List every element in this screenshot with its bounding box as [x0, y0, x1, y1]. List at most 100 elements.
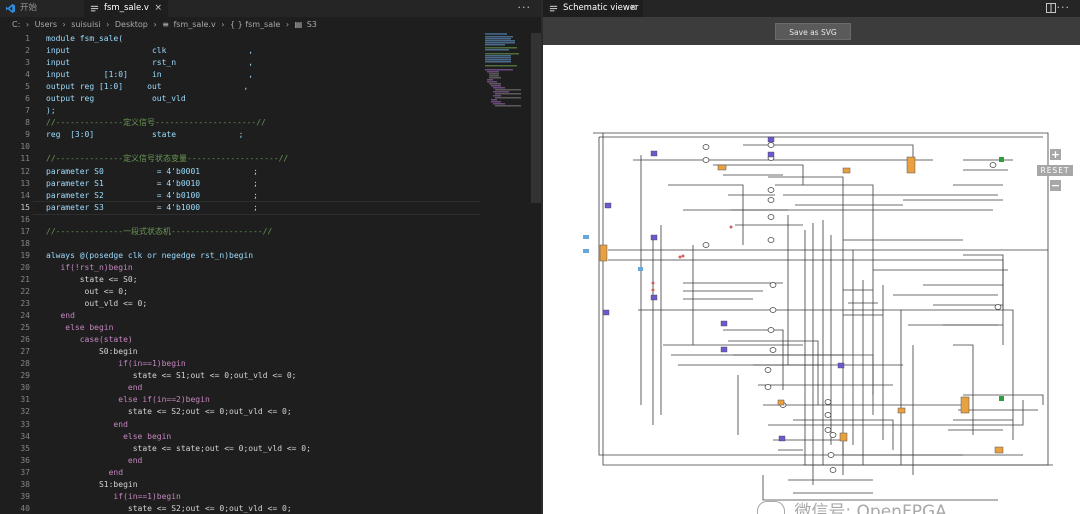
line-number: 18 — [20, 238, 30, 248]
code-line[interactable]: parameter S3 = 4'b1000 ; — [46, 202, 476, 214]
line-number: 26 — [20, 335, 30, 345]
code-line[interactable]: ); — [46, 105, 476, 117]
line-number: 38 — [20, 479, 30, 489]
code-line[interactable]: state <= S0; — [46, 274, 476, 286]
tab-label: 开始 — [20, 3, 38, 13]
schematic-canvas[interactable]: + RESET − 微信号: OpenFPGA — [543, 45, 1080, 514]
line-number: 10 — [20, 142, 30, 152]
code-line[interactable]: state <= S1;out <= 0;out_vld <= 0; — [46, 370, 476, 382]
line-number: 32 — [20, 407, 30, 417]
code-line[interactable] — [46, 238, 476, 250]
code-line[interactable] — [46, 141, 476, 153]
code-line[interactable]: case(state) — [46, 334, 476, 346]
file-icon: ≡ — [162, 20, 169, 29]
line-number: 39 — [20, 491, 30, 501]
chevron-right-icon: › — [25, 20, 30, 29]
line-number: 17 — [20, 226, 30, 236]
code-line[interactable]: parameter S2 = 4'b0100 ; — [46, 190, 476, 202]
code-line[interactable]: if(in==1)begin — [46, 491, 476, 503]
code-line[interactable]: state <= S2;out <= 0;out_vld <= 0; — [46, 406, 476, 418]
zoom-in-button[interactable]: + — [1050, 149, 1061, 160]
code-line[interactable]: //--------------一段式状态机------------------… — [46, 226, 476, 238]
viewer-toolbar: Save as SVG — [543, 17, 1080, 45]
minimap[interactable] — [483, 33, 531, 113]
line-number: 22 — [20, 286, 30, 296]
line-number: 6 — [25, 94, 30, 104]
line-number: 33 — [20, 419, 30, 429]
code-line[interactable]: end — [46, 419, 476, 431]
line-number: 13 — [20, 178, 30, 188]
breadcrumb-item[interactable]: { } fsm_sale — [230, 17, 280, 33]
vertical-scrollbar[interactable] — [531, 33, 541, 203]
code-line[interactable]: parameter S0 = 4'b0001 ; — [46, 166, 476, 178]
line-number: 2 — [25, 46, 30, 56]
code-line[interactable]: parameter S1 = 4'b0010 ; — [46, 178, 476, 190]
code-editor[interactable]: 开始 fsm_sale.v × ··· C: › Users › suisuis… — [0, 0, 541, 514]
line-number-gutter: 1 2 3 4 5 6 7 8 9 10 11 12 13 14 15 16 17 18 19 20 21 22 23 24 2… — [0, 33, 32, 514]
code-line[interactable] — [46, 214, 476, 226]
code-line[interactable]: state <= S2;out <= 0;out_vld <= 0; — [46, 503, 476, 514]
breadcrumb-item[interactable]: C: — [12, 17, 20, 33]
line-number: 7 — [25, 106, 30, 116]
code-line[interactable]: input [1:0] in , — [46, 69, 476, 81]
code-line[interactable]: out <= 0; — [46, 286, 476, 298]
file-icon — [549, 5, 558, 12]
code-area[interactable]: module fsm_sale(input clk , input rst_n ,… — [46, 33, 476, 514]
code-line[interactable]: module fsm_sale( — [46, 33, 476, 45]
code-line[interactable]: end — [46, 382, 476, 394]
breadcrumb-item[interactable]: Users — [35, 17, 57, 33]
code-line[interactable]: end — [46, 310, 476, 322]
line-number: 29 — [20, 371, 30, 381]
code-line[interactable]: //--------------定义信号--------------------… — [46, 117, 476, 129]
line-number: 20 — [20, 262, 30, 272]
code-line[interactable]: output reg out_vld — [46, 93, 476, 105]
line-number: 40 — [20, 503, 30, 513]
editor-tab-bar: 开始 fsm_sale.v × ··· — [0, 0, 541, 17]
line-number: 27 — [20, 347, 30, 357]
code-line[interactable]: else begin — [46, 431, 476, 443]
close-icon[interactable]: × — [629, 0, 637, 17]
code-line[interactable]: if(!rst_n)begin — [46, 262, 476, 274]
more-actions-icon[interactable]: ··· — [518, 0, 532, 15]
code-line[interactable]: else begin — [46, 322, 476, 334]
watermark: 微信号: OpenFPGA — [757, 497, 947, 514]
code-line[interactable]: output reg [1:0] out , — [46, 81, 476, 93]
code-line[interactable]: input rst_n , — [46, 57, 476, 69]
line-number: 16 — [20, 214, 30, 224]
tab-fsm-sale[interactable]: fsm_sale.v × — [84, 0, 168, 17]
code-line[interactable]: end — [46, 467, 476, 479]
schematic-viewer-panel: Schematic viewer × ··· Save as SVG + RES… — [543, 0, 1080, 514]
tab-label: Schematic viewer — [563, 3, 639, 13]
code-line[interactable]: reg [3:0] state ; — [46, 129, 476, 141]
split-editor-icon[interactable] — [1046, 3, 1056, 13]
line-number: 14 — [20, 190, 30, 200]
zoom-out-button[interactable]: − — [1050, 180, 1061, 191]
breadcrumb-item[interactable]: suisuisi — [71, 17, 100, 33]
code-line[interactable]: input clk , — [46, 45, 476, 57]
code-line[interactable]: else if(in==2)begin — [46, 394, 476, 406]
breadcrumb-item[interactable]: fsm_sale.v — [173, 17, 215, 33]
code-line[interactable]: end — [46, 455, 476, 467]
code-line[interactable]: S0:begin — [46, 346, 476, 358]
close-icon[interactable]: × — [154, 0, 162, 17]
more-actions-icon[interactable]: ··· — [1057, 0, 1071, 15]
code-line[interactable]: S1:begin — [46, 479, 476, 491]
reset-zoom-button[interactable]: RESET — [1037, 165, 1073, 176]
tab-welcome[interactable]: 开始 — [0, 0, 84, 17]
line-number: 23 — [20, 299, 30, 309]
schematic-diagram[interactable] — [543, 45, 1080, 514]
line-number: 8 — [25, 118, 30, 128]
line-number: 12 — [20, 166, 30, 176]
code-line[interactable]: out_vld <= 0; — [46, 298, 476, 310]
line-number: 1 — [25, 34, 30, 43]
breadcrumb-item[interactable]: Desktop — [115, 17, 148, 33]
breadcrumb-item[interactable]: S3 — [307, 17, 317, 33]
line-number: 5 — [25, 82, 30, 92]
code-line[interactable]: always @(posedge clk or negedge rst_n)be… — [46, 250, 476, 262]
save-as-svg-button[interactable]: Save as SVG — [775, 23, 851, 40]
code-line[interactable]: state <= state;out <= 0;out_vld <= 0; — [46, 443, 476, 455]
line-number: 37 — [20, 467, 30, 477]
tab-schematic-viewer[interactable]: Schematic viewer × — [543, 0, 643, 17]
code-line[interactable]: //--------------定义信号状态变量----------------… — [46, 153, 476, 165]
code-line[interactable]: if(in==1)begin — [46, 358, 476, 370]
